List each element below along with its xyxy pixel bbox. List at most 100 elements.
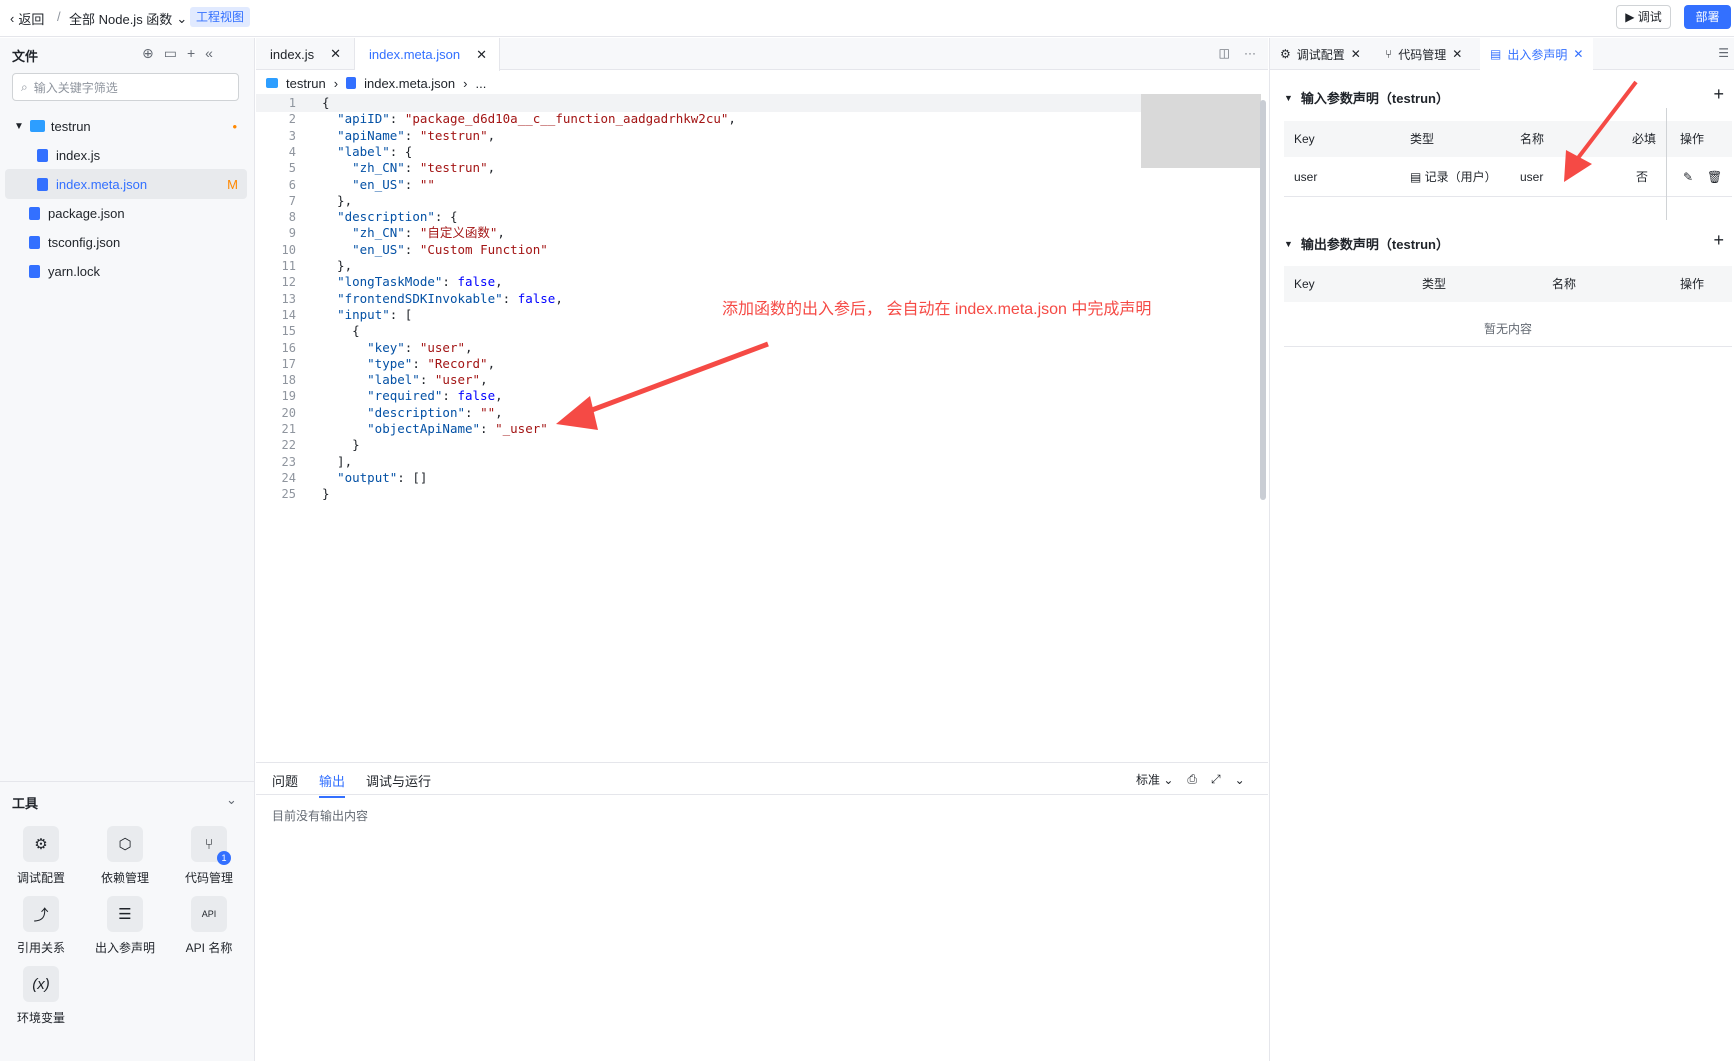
tool-code-management[interactable]: ⑂ 1 代码管理 (174, 826, 244, 886)
file-row[interactable]: package.json (5, 198, 247, 228)
view-badge: 工程视图 (190, 7, 251, 27)
caret-down-icon: ▼ (14, 120, 24, 132)
code-line[interactable]: 18 "label": "user", (256, 371, 488, 389)
breadcrumb-folder[interactable]: testrun (286, 76, 326, 91)
variable-icon: (x) (23, 966, 59, 1002)
scope-dropdown[interactable]: 全部 Node.js 函数 ⌄ (69, 9, 187, 28)
line-number: 23 (281, 454, 296, 469)
package-icon: ⬡ (107, 826, 143, 862)
output-section-title[interactable]: ▼ 输出参数声明（testrun） (1284, 234, 1449, 253)
code-line[interactable]: 15 { (256, 322, 360, 340)
code-line[interactable]: 6 "en_US": "" (256, 176, 435, 194)
code-line[interactable]: 2 "apiID": "package_d6d10a__c__function_… (256, 110, 736, 128)
breadcrumb-separator: / (57, 9, 61, 24)
code-line[interactable]: 11 }, (256, 257, 353, 275)
close-icon[interactable]: ✕ (1452, 47, 1462, 61)
add-icon[interactable]: + (187, 45, 195, 62)
close-icon[interactable]: ✕ (476, 47, 487, 63)
chevron-down-icon: ⌄ (176, 10, 188, 26)
tool-dependency[interactable]: ⬡ 依赖管理 (90, 826, 160, 886)
code-text: "input": [ (337, 306, 413, 322)
delete-icon[interactable]: 🗑 (1707, 157, 1722, 197)
code-line[interactable]: 23 ], (256, 453, 353, 471)
code-line[interactable]: 9 "zh_CN": "自定义函数", (256, 224, 505, 242)
code-line[interactable]: 3 "apiName": "testrun", (256, 127, 495, 145)
file-row[interactable]: yarn.lock (5, 256, 247, 286)
code-line[interactable]: 5 "zh_CN": "testrun", (256, 159, 495, 177)
tool-env-vars[interactable]: (x) 环境变量 (6, 966, 76, 1026)
code-line[interactable]: 25} (256, 485, 330, 503)
line-number: 24 (281, 470, 296, 485)
output-table-header: Key 类型 名称 操作 (1284, 266, 1732, 302)
record-icon: ▤ (1410, 170, 1425, 184)
tab-index-js[interactable]: index.js ✕ (256, 38, 355, 70)
code-line[interactable]: 16 "key": "user", (256, 339, 473, 357)
code-line[interactable]: 1{ (256, 94, 1150, 112)
divider (256, 794, 1268, 795)
code-line[interactable]: 14 "input": [ (256, 306, 413, 324)
file-row[interactable]: index.js (5, 140, 247, 170)
divider (1284, 346, 1732, 347)
chevron-down-icon[interactable]: ⌄ (226, 792, 237, 808)
tab-problems[interactable]: 问题 (272, 771, 298, 790)
code-editor: index.js ✕ index.meta.json ✕ ◫ ··· testrun… (256, 38, 1268, 1061)
level-select[interactable]: 标准 ⌄ (1136, 771, 1173, 788)
table-row[interactable]: user ▤ 记录（用户） user 否 ✎ 🗑 (1284, 157, 1732, 197)
code-text: }, (322, 258, 353, 273)
code-line[interactable]: 20 "description": "", (256, 404, 503, 422)
tab-index-meta-json[interactable]: index.meta.json ✕ (355, 38, 500, 71)
back-button[interactable]: ‹ 返回 (10, 9, 44, 28)
tab-debug-run[interactable]: 调试与运行 (366, 771, 431, 790)
code-line[interactable]: 8 "description": { (256, 208, 458, 226)
add-output-button[interactable]: + (1713, 230, 1724, 251)
code-line[interactable]: 10 "en_US": "Custom Function" (256, 241, 548, 259)
expand-icon[interactable]: ⤢ (1211, 772, 1221, 787)
folder-row[interactable]: ▼ testrun • (5, 111, 247, 141)
tool-params[interactable]: ☰ 出入参声明 (90, 896, 160, 956)
line-number: 20 (281, 405, 296, 420)
code-line[interactable]: 12 "longTaskMode": false, (256, 273, 503, 291)
tool-references[interactable]: ⤴ 引用关系 (6, 896, 76, 956)
file-search-input[interactable]: ⌕ 输入关键字筛选 (12, 73, 239, 101)
vertical-scrollbar[interactable] (1260, 100, 1266, 500)
add-input-button[interactable]: + (1713, 84, 1724, 105)
breadcrumb-more[interactable]: ... (476, 76, 487, 91)
code-line[interactable]: 19 "required": false, (256, 387, 503, 405)
breadcrumb-file[interactable]: index.meta.json (364, 76, 455, 91)
tab-code-management[interactable]: ⑂ 代码管理 ✕ (1375, 38, 1472, 70)
file-row[interactable]: tsconfig.json (5, 227, 247, 257)
tab-debug-config[interactable]: ⚙ 调试配置 ✕ (1270, 38, 1371, 70)
tool-api-name[interactable]: API API 名称 (174, 896, 244, 956)
line-number: 19 (281, 389, 296, 404)
new-file-icon[interactable]: ⊕ (142, 45, 154, 62)
chevron-down-icon[interactable]: ⌄ (1235, 773, 1245, 787)
tool-debug-config[interactable]: ⚙ 调试配置 (6, 826, 76, 886)
code-line[interactable]: 7 }, (256, 192, 352, 210)
code-line[interactable]: 13 "frontendSDKInvokable": false, (256, 290, 563, 308)
clear-icon[interactable]: ⎙ (1187, 772, 1197, 787)
edit-icon[interactable]: ✎ (1683, 157, 1693, 197)
file-row-selected[interactable]: index.meta.json M (5, 169, 247, 199)
more-icon[interactable]: ··· (1244, 46, 1256, 60)
code-line[interactable]: 21 "objectApiName": "_user" (256, 420, 548, 438)
deploy-button[interactable]: 部署 (1684, 5, 1731, 29)
split-view-icon[interactable]: ◫ (1219, 46, 1230, 60)
code-line[interactable]: 24 "output": [] (256, 469, 428, 487)
menu-icon[interactable]: ☰ (1718, 46, 1729, 60)
close-icon[interactable]: ✕ (1351, 47, 1361, 61)
debug-icon: ⚙ (1280, 47, 1291, 61)
code-text: { (322, 323, 360, 339)
code-line[interactable]: 17 "type": "Record", (256, 355, 496, 373)
input-section-title[interactable]: ▼ 输入参数声明（testrun） (1284, 88, 1449, 107)
code-line[interactable]: 22 } (256, 436, 360, 454)
code-text: "en_US": "Custom Function" (352, 241, 548, 257)
debug-button[interactable]: ▶ 调试 (1616, 5, 1671, 29)
collapse-icon[interactable]: « (205, 45, 213, 62)
new-folder-icon[interactable]: ▭ (164, 45, 177, 62)
close-icon[interactable]: ✕ (330, 46, 341, 62)
code-text: "frontendSDKInvokable": false, (337, 290, 563, 306)
code-line[interactable]: 4 "label": { (256, 143, 413, 161)
minimap[interactable] (1141, 94, 1261, 168)
tab-params[interactable]: ▤ 出入参声明 ✕ (1480, 38, 1594, 70)
close-icon[interactable]: ✕ (1573, 47, 1583, 61)
